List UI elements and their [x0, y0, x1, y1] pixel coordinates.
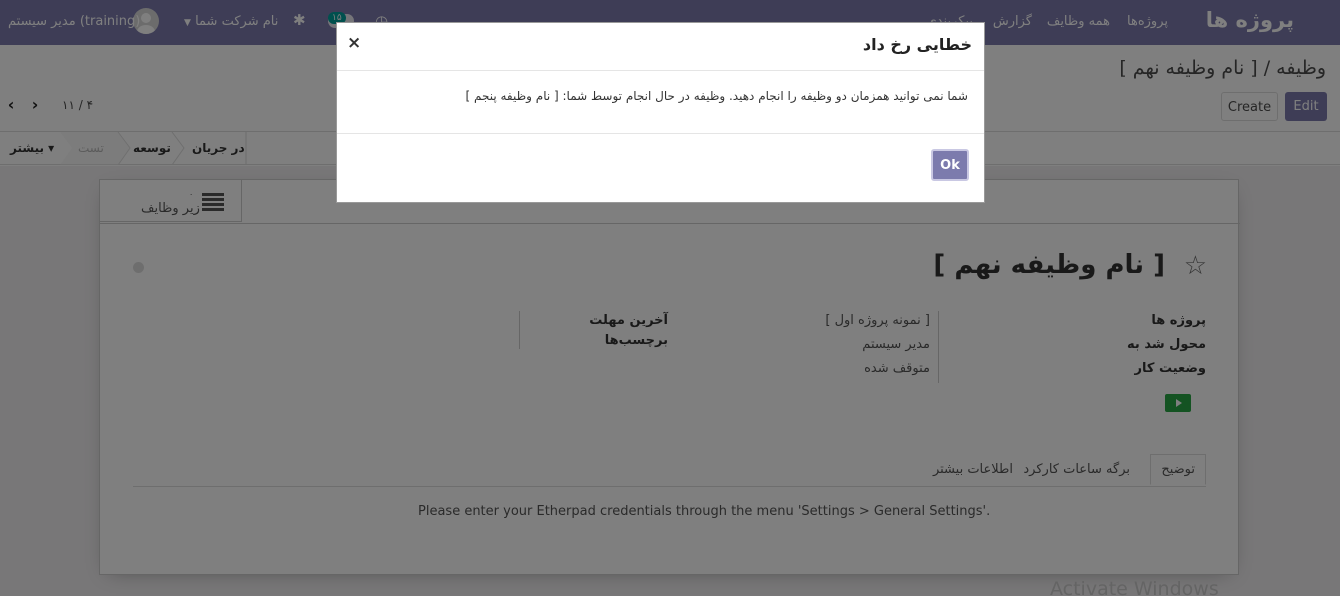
dialog-header: خطایی رخ داد × [337, 23, 984, 71]
dialog-message: شما نمی توانید همزمان دو وظیفه را انجام … [465, 89, 968, 103]
error-dialog: خطایی رخ داد × شما نمی توانید همزمان دو … [336, 22, 985, 203]
dialog-title: خطایی رخ داد [862, 35, 972, 54]
close-icon[interactable]: × [347, 33, 361, 53]
dialog-body: شما نمی توانید همزمان دو وظیفه را انجام … [337, 71, 984, 134]
ok-button[interactable]: Ok [931, 149, 969, 181]
